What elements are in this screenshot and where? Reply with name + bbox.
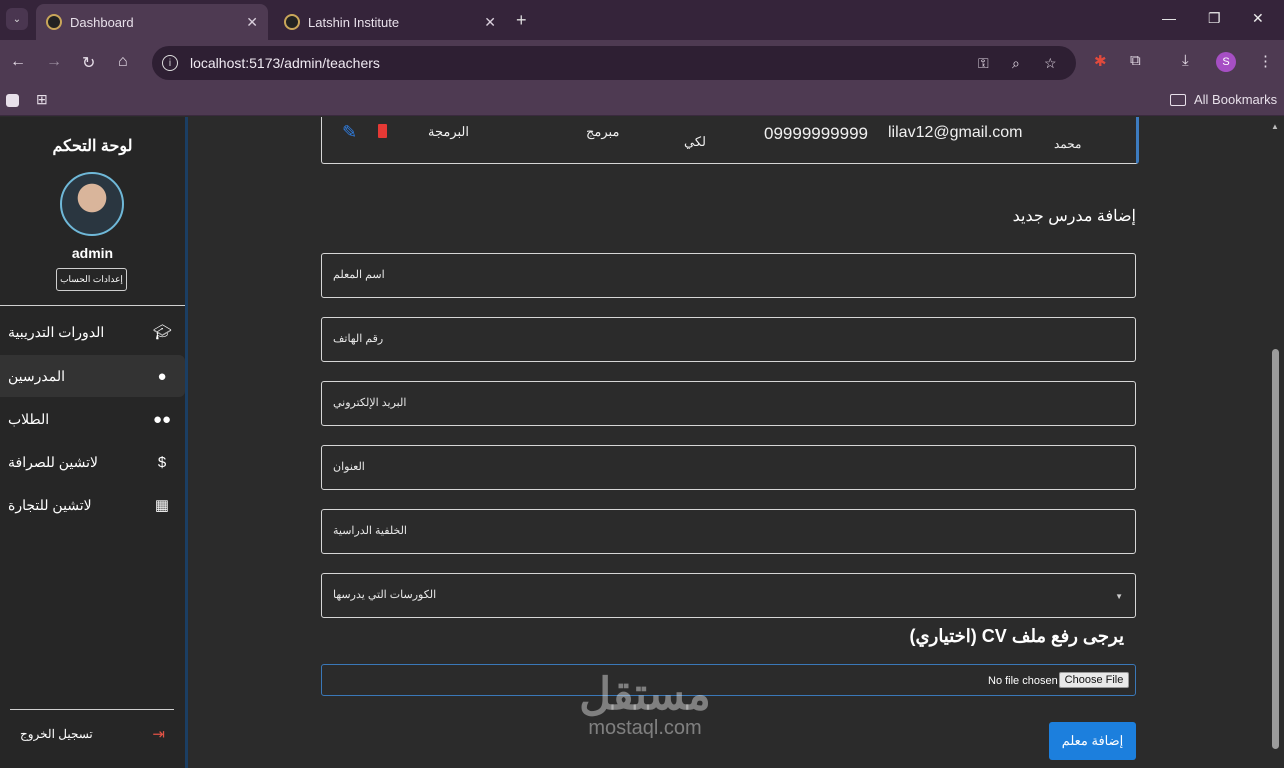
file-status-text: No file chosen: [988, 675, 1058, 687]
site-favicon-icon: [46, 14, 62, 30]
page-scrollbar[interactable]: ▲: [1268, 117, 1284, 768]
delete-trash-icon[interactable]: [378, 124, 387, 138]
choose-file-button[interactable]: Choose File: [1059, 672, 1129, 688]
teacher-name: محمد: [1054, 137, 1082, 151]
person-icon: ●: [157, 367, 167, 385]
sidebar-item-label: لاتشين للصرافة: [8, 453, 98, 470]
tab-title: Latshin Institute: [308, 14, 400, 30]
all-bookmarks-button[interactable]: All Bookmarks: [1170, 92, 1277, 107]
zoom-icon[interactable]: ⌕: [1012, 55, 1020, 72]
browser-menu-icon[interactable]: ⋮: [1258, 52, 1273, 70]
bookmark-star-icon[interactable]: ☆: [1044, 55, 1057, 72]
graduation-cap-icon: 🎓︎: [153, 324, 173, 341]
sidebar-item-courses[interactable]: الدورات التدريبية 🎓︎: [0, 311, 185, 353]
teacher-name-placeholder: اسم المعلم: [333, 269, 385, 281]
cv-upload-label: يرجى رفع ملف CV (اختياري): [909, 626, 1124, 646]
teacher-phone: 09999999999: [764, 124, 869, 143]
close-tab-icon[interactable]: ✕: [246, 14, 258, 31]
sidebar-item-students[interactable]: الطلاب ●●: [0, 398, 185, 440]
logout-button[interactable]: تسجيل الخروج ⇥: [20, 725, 165, 743]
tab-title: Dashboard: [70, 14, 134, 30]
sidebar: لوحة التحكم admin إعدادات الحساب الدورات…: [0, 117, 188, 768]
all-bookmarks-label: All Bookmarks: [1194, 92, 1278, 107]
bookmark-square-icon[interactable]: [6, 94, 19, 107]
minimize-icon[interactable]: —: [1162, 10, 1176, 26]
password-key-icon[interactable]: ⚿: [978, 55, 989, 72]
browser-toolbar: ← → ↻ ⌂ i localhost:5173/admin/teachers …: [0, 40, 1284, 86]
sidebar-item-exchange[interactable]: لاتشين للصرافة $: [0, 441, 185, 483]
academic-background-field[interactable]: الخلفية الدراسية: [321, 509, 1136, 554]
teacher-table-row: ✎ البرمجة مبرمج لكي 09999999999 lilav12@…: [321, 117, 1139, 164]
watermark-arabic: مستقل: [579, 670, 711, 719]
restore-icon[interactable]: ❐: [1208, 10, 1221, 27]
email-placeholder: البريد الإلكتروني: [333, 397, 407, 409]
address-bar[interactable]: i localhost:5173/admin/teachers ⚿ ⌕ ☆: [152, 46, 1076, 80]
teacher-courses: البرمجة: [428, 124, 469, 139]
teacher-background: مبرمج: [586, 124, 620, 139]
sidebar-item-teachers[interactable]: المدرسين ●: [0, 355, 185, 397]
back-icon[interactable]: ←: [10, 53, 26, 71]
site-favicon-icon: [284, 14, 300, 30]
watermark-latin: mostaql.com: [588, 717, 702, 739]
reload-icon[interactable]: ↻: [82, 53, 95, 73]
scrollbar-thumb[interactable]: [1272, 349, 1279, 749]
sidebar-item-trade[interactable]: لاتشين للتجارة ▦: [0, 484, 185, 526]
address-field[interactable]: العنوان: [321, 445, 1136, 490]
sidebar-item-label: الدورات التدريبية: [8, 323, 105, 340]
edit-pencil-icon[interactable]: ✎: [342, 122, 357, 143]
add-teacher-button[interactable]: إضافة معلم: [1049, 722, 1136, 760]
sidebar-item-label: الطلاب: [8, 410, 50, 427]
scroll-up-arrow-icon[interactable]: ▲: [1271, 122, 1279, 131]
teacher-name-field[interactable]: اسم المعلم: [321, 253, 1136, 298]
logout-icon: ⇥: [152, 726, 165, 743]
folder-icon: [1170, 93, 1186, 106]
sidebar-bottom-divider: [10, 709, 174, 710]
avatar: [60, 172, 124, 236]
bookmarks-bar: ⊞ All Bookmarks: [0, 86, 1284, 116]
watermark-logo: مستقل mostaql.com: [560, 673, 730, 740]
add-teacher-title: إضافة مدرس جديد: [1012, 208, 1136, 225]
tab-dashboard[interactable]: Dashboard ✕: [36, 4, 268, 40]
page-content: ✎ البرمجة مبرمج لكي 09999999999 lilav12@…: [0, 117, 1284, 768]
phone-field[interactable]: رقم الهاتف: [321, 317, 1136, 362]
account-settings-button[interactable]: إعدادات الحساب: [56, 268, 127, 291]
home-icon[interactable]: ⌂: [118, 53, 128, 71]
download-icon[interactable]: ⤓: [1182, 52, 1189, 69]
profile-avatar[interactable]: S: [1216, 52, 1236, 72]
sidebar-divider: [0, 305, 185, 306]
email-field[interactable]: البريد الإلكتروني: [321, 381, 1136, 426]
forward-icon[interactable]: →: [46, 53, 62, 71]
sidebar-title: لوحة التحكم: [52, 138, 133, 155]
sidebar-item-label: المدرسين: [8, 367, 65, 384]
currency-exchange-icon: $: [157, 453, 167, 471]
sidebar-item-label: لاتشين للتجارة: [8, 496, 92, 513]
tab-latshin-institute[interactable]: Latshin Institute ✕: [274, 4, 506, 40]
close-tab-icon[interactable]: ✕: [484, 14, 496, 31]
courses-select[interactable]: الكورسات التي يدرسها ▼: [321, 573, 1136, 618]
address-placeholder: العنوان: [333, 461, 365, 473]
people-icon: ●●: [153, 410, 172, 428]
site-info-icon[interactable]: i: [162, 55, 178, 71]
browser-tabstrip: ⌄ Dashboard ✕ Latshin Institute ✕ + — ❐ …: [0, 0, 1284, 40]
apps-grid-icon[interactable]: ⊞: [36, 91, 48, 108]
teacher-address: لكي: [684, 134, 706, 149]
url-text: localhost:5173/admin/teachers: [190, 55, 380, 71]
new-tab-button[interactable]: +: [516, 10, 527, 31]
extension-icon[interactable]: ✱: [1094, 52, 1107, 70]
teacher-email: lilav12@gmail.com: [888, 124, 1023, 141]
tab-search-button[interactable]: ⌄: [6, 8, 28, 30]
building-icon: ▦: [154, 497, 170, 514]
extensions-puzzle-icon[interactable]: ⧉: [1130, 52, 1141, 69]
username: admin: [71, 245, 114, 261]
dropdown-arrow-icon: ▼: [1115, 592, 1123, 601]
logout-label: تسجيل الخروج: [20, 727, 93, 741]
courses-placeholder: الكورسات التي يدرسها: [333, 589, 437, 601]
close-window-icon[interactable]: ✕: [1252, 10, 1264, 27]
academic-background-placeholder: الخلفية الدراسية: [333, 525, 407, 537]
phone-placeholder: رقم الهاتف: [333, 333, 384, 345]
